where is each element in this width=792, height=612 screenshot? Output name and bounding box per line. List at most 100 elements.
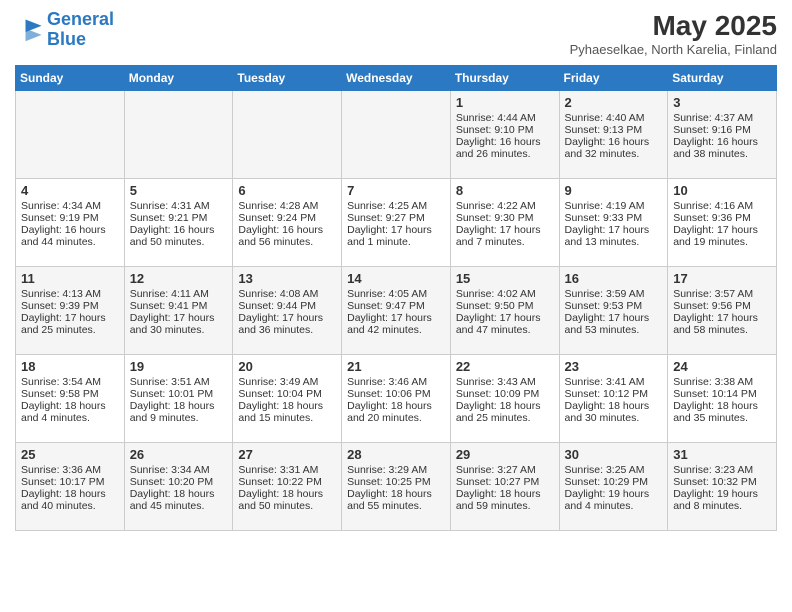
daylight-text: Daylight: 17 hours and 7 minutes. <box>456 224 554 248</box>
sunset-text: Sunset: 9:58 PM <box>21 388 119 400</box>
day-number: 10 <box>673 183 771 198</box>
calendar-day-cell <box>124 91 233 179</box>
daylight-text: Daylight: 17 hours and 30 minutes. <box>130 312 228 336</box>
day-number: 7 <box>347 183 445 198</box>
day-of-week-header: Saturday <box>668 66 777 91</box>
daylight-text: Daylight: 18 hours and 45 minutes. <box>130 488 228 512</box>
daylight-text: Daylight: 18 hours and 15 minutes. <box>238 400 336 424</box>
sunset-text: Sunset: 9:16 PM <box>673 124 771 136</box>
sunset-text: Sunset: 9:36 PM <box>673 212 771 224</box>
calendar-day-cell: 2Sunrise: 4:40 AMSunset: 9:13 PMDaylight… <box>559 91 668 179</box>
calendar-table: SundayMondayTuesdayWednesdayThursdayFrid… <box>15 65 777 531</box>
day-number: 29 <box>456 447 554 462</box>
sunrise-text: Sunrise: 4:08 AM <box>238 288 336 300</box>
sunrise-text: Sunrise: 3:31 AM <box>238 464 336 476</box>
calendar-day-cell: 4Sunrise: 4:34 AMSunset: 9:19 PMDaylight… <box>16 179 125 267</box>
sunset-text: Sunset: 9:44 PM <box>238 300 336 312</box>
sunset-text: Sunset: 10:25 PM <box>347 476 445 488</box>
daylight-text: Daylight: 18 hours and 35 minutes. <box>673 400 771 424</box>
daylight-text: Daylight: 18 hours and 50 minutes. <box>238 488 336 512</box>
logo: General Blue <box>15 10 114 50</box>
calendar-day-cell: 24Sunrise: 3:38 AMSunset: 10:14 PMDaylig… <box>668 355 777 443</box>
sunset-text: Sunset: 9:41 PM <box>130 300 228 312</box>
calendar-day-cell: 26 Sunrise: 3:34 AMSunset: 10:20 PMDaylig… <box>124 443 233 531</box>
calendar-day-cell: 21Sunrise: 3:46 AMSunset: 10:06 PMDaylig… <box>342 355 451 443</box>
sunrise-text: Sunrise: 3:59 AM <box>565 288 663 300</box>
sunset-text: Sunset: 10:32 PM <box>673 476 771 488</box>
day-number: 17 <box>673 271 771 286</box>
daylight-text: Daylight: 17 hours and 47 minutes. <box>456 312 554 336</box>
calendar-day-cell: 20Sunrise: 3:49 AMSunset: 10:04 PMDaylig… <box>233 355 342 443</box>
sunset-text: Sunset: 9:56 PM <box>673 300 771 312</box>
sunrise-text: Sunrise: 3:29 AM <box>347 464 445 476</box>
day-of-week-header: Sunday <box>16 66 125 91</box>
sunset-text: Sunset: 10:09 PM <box>456 388 554 400</box>
calendar-day-cell: 16Sunrise: 3:59 AMSunset: 9:53 PMDayligh… <box>559 267 668 355</box>
calendar-day-cell: 29Sunrise: 3:27 AMSunset: 10:27 PMDaylig… <box>450 443 559 531</box>
day-number: 3 <box>673 95 771 110</box>
header-row: SundayMondayTuesdayWednesdayThursdayFrid… <box>16 66 777 91</box>
sunrise-text: Sunrise: 4:37 AM <box>673 112 771 124</box>
calendar-day-cell: 7Sunrise: 4:25 AMSunset: 9:27 PMDaylight… <box>342 179 451 267</box>
sunset-text: Sunset: 10:22 PM <box>238 476 336 488</box>
calendar-day-cell: 10Sunrise: 4:16 AMSunset: 9:36 PMDayligh… <box>668 179 777 267</box>
calendar-day-cell <box>16 91 125 179</box>
daylight-text: Daylight: 17 hours and 36 minutes. <box>238 312 336 336</box>
day-number: 27 <box>238 447 336 462</box>
sunset-text: Sunset: 10:06 PM <box>347 388 445 400</box>
sunrise-text: Sunrise: 3:34 AM <box>130 464 228 476</box>
sunrise-text: Sunrise: 3:54 AM <box>21 376 119 388</box>
daylight-text: Daylight: 18 hours and 9 minutes. <box>130 400 228 424</box>
day-number: 13 <box>238 271 336 286</box>
day-number: 12 <box>130 271 228 286</box>
calendar-day-cell: 18Sunrise: 3:54 AMSunset: 9:58 PMDayligh… <box>16 355 125 443</box>
daylight-text: Daylight: 17 hours and 1 minute. <box>347 224 445 248</box>
calendar-day-cell: 27 Sunrise: 3:31 AMSunset: 10:22 PMDaylig… <box>233 443 342 531</box>
month-title: May 2025 <box>570 10 777 42</box>
sunset-text: Sunset: 9:39 PM <box>21 300 119 312</box>
sunset-text: Sunset: 9:19 PM <box>21 212 119 224</box>
daylight-text: Daylight: 16 hours and 26 minutes. <box>456 136 554 160</box>
day-number: 21 <box>347 359 445 374</box>
calendar-day-cell: 23Sunrise: 3:41 AMSunset: 10:12 PMDaylig… <box>559 355 668 443</box>
day-number: 19 <box>130 359 228 374</box>
day-number: 14 <box>347 271 445 286</box>
daylight-text: Daylight: 17 hours and 58 minutes. <box>673 312 771 336</box>
sunrise-text: Sunrise: 4:34 AM <box>21 200 119 212</box>
day-number: 26 <box>130 447 228 462</box>
sunrise-text: Sunrise: 3:36 AM <box>21 464 119 476</box>
day-of-week-header: Tuesday <box>233 66 342 91</box>
day-number: 15 <box>456 271 554 286</box>
day-number: 11 <box>21 271 119 286</box>
calendar-day-cell: 17Sunrise: 3:57 AMSunset: 9:56 PMDayligh… <box>668 267 777 355</box>
daylight-text: Daylight: 18 hours and 59 minutes. <box>456 488 554 512</box>
sunrise-text: Sunrise: 3:49 AM <box>238 376 336 388</box>
day-number: 1 <box>456 95 554 110</box>
sunrise-text: Sunrise: 3:43 AM <box>456 376 554 388</box>
sunrise-text: Sunrise: 4:16 AM <box>673 200 771 212</box>
calendar-day-cell: 6Sunrise: 4:28 AMSunset: 9:24 PMDaylight… <box>233 179 342 267</box>
calendar-week-row: 1Sunrise: 4:44 AMSunset: 9:10 PMDaylight… <box>16 91 777 179</box>
sunrise-text: Sunrise: 4:02 AM <box>456 288 554 300</box>
day-number: 16 <box>565 271 663 286</box>
daylight-text: Daylight: 16 hours and 44 minutes. <box>21 224 119 248</box>
sunset-text: Sunset: 9:50 PM <box>456 300 554 312</box>
sunset-text: Sunset: 10:29 PM <box>565 476 663 488</box>
sunset-text: Sunset: 10:12 PM <box>565 388 663 400</box>
calendar-week-row: 25Sunrise: 3:36 AMSunset: 10:17 PMDaylig… <box>16 443 777 531</box>
sunset-text: Sunset: 9:33 PM <box>565 212 663 224</box>
sunset-text: Sunset: 9:53 PM <box>565 300 663 312</box>
calendar-day-cell: 8Sunrise: 4:22 AMSunset: 9:30 PMDaylight… <box>450 179 559 267</box>
sunrise-text: Sunrise: 4:25 AM <box>347 200 445 212</box>
calendar-header: SundayMondayTuesdayWednesdayThursdayFrid… <box>16 66 777 91</box>
daylight-text: Daylight: 19 hours and 8 minutes. <box>673 488 771 512</box>
sunset-text: Sunset: 10:14 PM <box>673 388 771 400</box>
calendar-day-cell: 13 Sunrise: 4:08 AMSunset: 9:44 PMDayligh… <box>233 267 342 355</box>
calendar-day-cell: 19Sunrise: 3:51 AMSunset: 10:01 PMDaylig… <box>124 355 233 443</box>
sunset-text: Sunset: 10:20 PM <box>130 476 228 488</box>
day-number: 25 <box>21 447 119 462</box>
daylight-text: Daylight: 16 hours and 32 minutes. <box>565 136 663 160</box>
sunrise-text: Sunrise: 4:28 AM <box>238 200 336 212</box>
calendar-week-row: 4Sunrise: 4:34 AMSunset: 9:19 PMDaylight… <box>16 179 777 267</box>
sunset-text: Sunset: 9:24 PM <box>238 212 336 224</box>
